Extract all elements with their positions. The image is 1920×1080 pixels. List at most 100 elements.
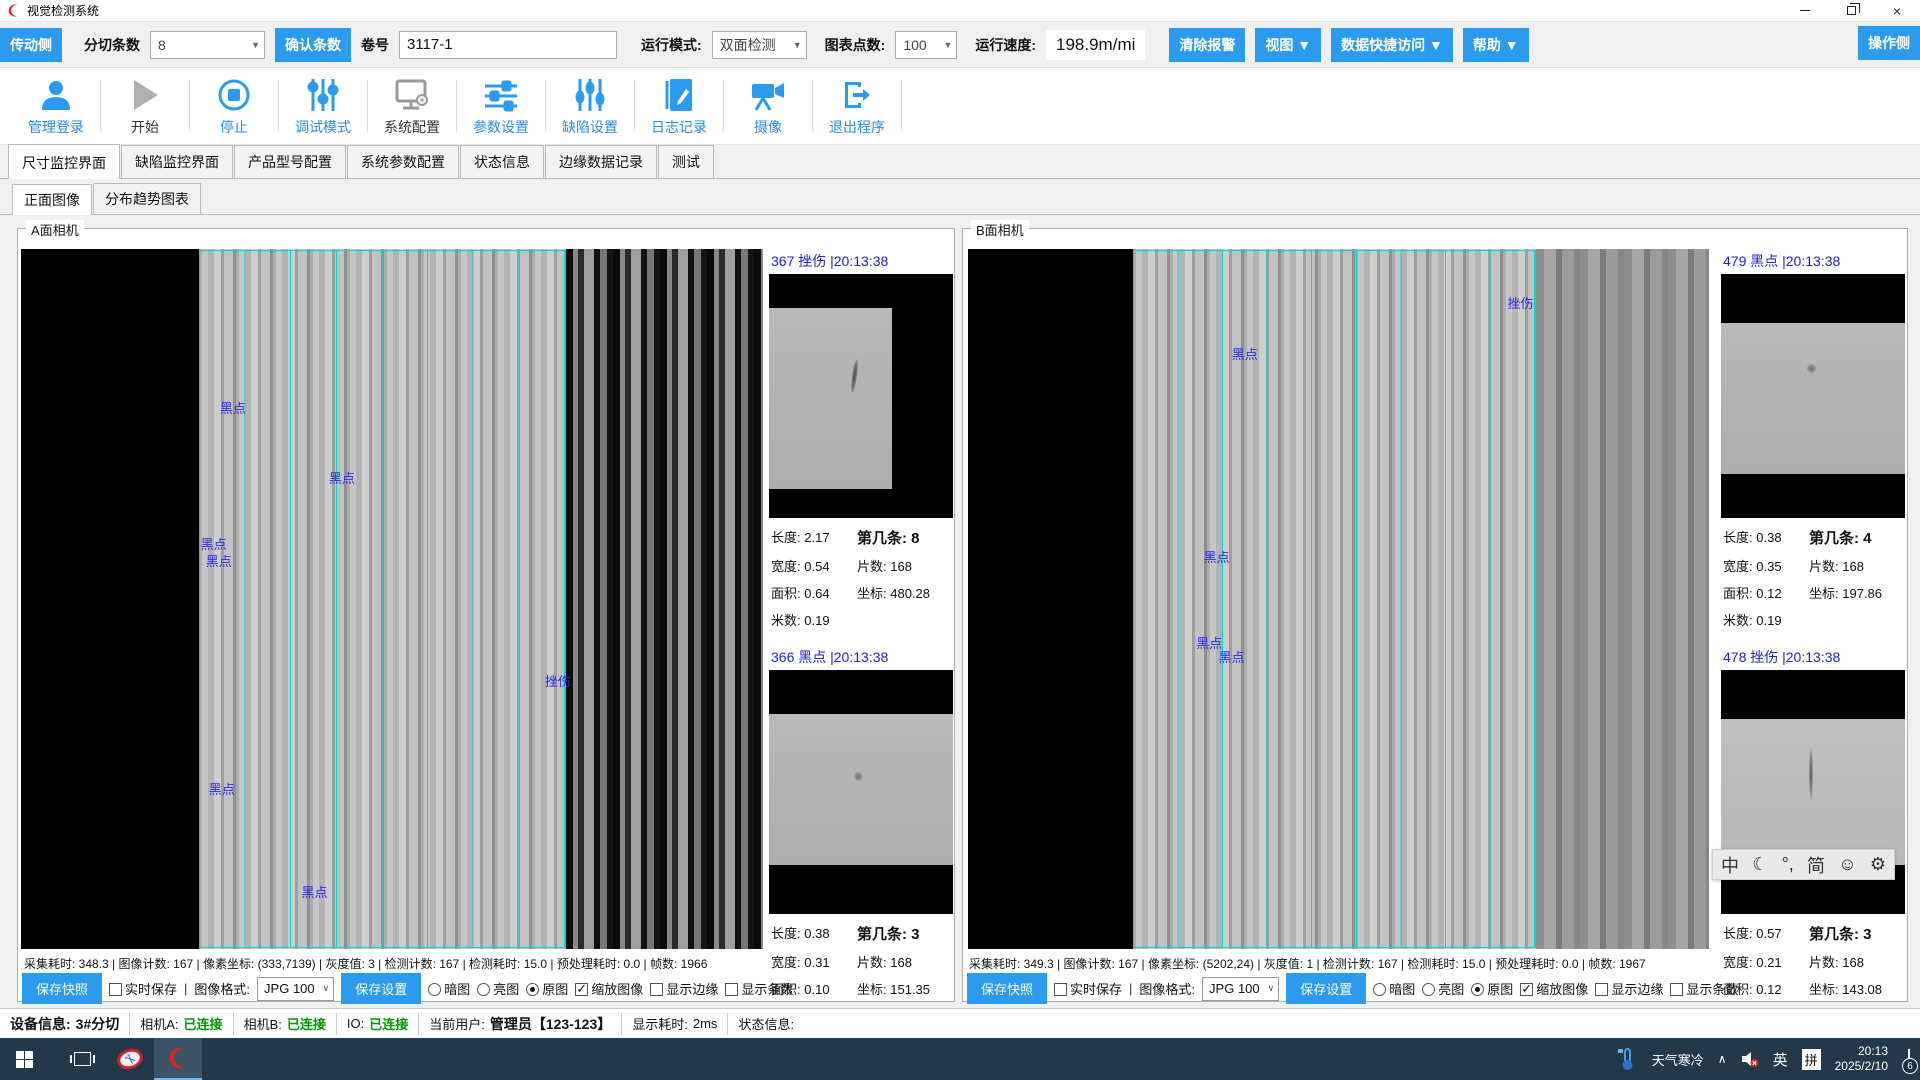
system-config-button[interactable]: 系统配置 [368, 76, 456, 137]
chart-points-value: 100 [903, 37, 926, 53]
speaker-muted-icon[interactable] [1741, 1051, 1759, 1067]
camera-b-controls: 保存快照 实时保存 |图像格式: JPG 100∨ 保存设置 暗图 亮图 原图 … [967, 973, 1738, 1004]
checkbox-icon [650, 983, 663, 996]
clock[interactable]: 20:13 2025/2/10 [1835, 1044, 1888, 1074]
device-info: 设备信息: 3#分切 [0, 1014, 129, 1034]
camera-b-image[interactable]: 挫伤 黑点 黑点 黑点 黑点 [968, 249, 1709, 949]
chevron-down-icon: ▼ [243, 40, 260, 50]
subtab-front-image[interactable]: 正面图像 [12, 184, 92, 215]
ime-language-bar[interactable]: 中 ☾ °, 简 ☺ ⚙ [1712, 849, 1895, 880]
save-settings-button[interactable]: 保存设置 [1286, 973, 1366, 1004]
minimize-button[interactable] [1782, 0, 1828, 21]
checkbox-icon [725, 983, 738, 996]
confirm-count-button[interactable]: 确认条数 [275, 28, 351, 62]
data-access-menu-button[interactable]: 数据快捷访问 ▼ [1331, 28, 1453, 62]
weather-text[interactable]: 天气寒冷 [1652, 1050, 1704, 1069]
chevron-down-icon: ∨ [1268, 983, 1275, 994]
camera-a-image[interactable]: 黑点 黑点 黑点 黑点 挫伤 黑点 黑点 [21, 249, 763, 949]
show-edges-checkbox[interactable]: 显示边缘 [1595, 979, 1663, 998]
start-button[interactable] [0, 1038, 48, 1080]
checkbox-icon [1054, 983, 1067, 996]
status-message: 状态信息: [728, 1014, 804, 1034]
parameter-settings-button[interactable]: 参数设置 [457, 76, 545, 137]
tab-size-monitor[interactable]: 尺寸监控界面 [8, 144, 120, 179]
stop-button[interactable]: 停止 [190, 76, 278, 137]
save-snapshot-button[interactable]: 保存快照 [967, 973, 1047, 1004]
defect-card[interactable]: 366 黑点 |20:13:38 长度: 0.38 第几条: 3 宽度: 0.3… [769, 645, 953, 1028]
debug-mode-button[interactable]: 调试模式 [279, 76, 367, 137]
defect-card[interactable]: 478 挫伤 |20:13:38 长度: 0.57 第几条: 3 宽度: 0.2… [1721, 645, 1905, 1028]
radio-icon [477, 983, 490, 996]
snipping-tool-button[interactable]: ✂ [106, 1038, 154, 1080]
camera-b-panel-title: B面相机 [971, 220, 1029, 239]
tool-label: 参数设置 [473, 117, 529, 137]
tab-defect-monitor[interactable]: 缺陷监控界面 [121, 145, 233, 178]
language-indicator[interactable]: 英 [1773, 1049, 1788, 1070]
tab-test[interactable]: 测试 [658, 145, 714, 178]
roll-number-input[interactable]: 3117-1 [399, 31, 617, 59]
zoom-image-checkbox[interactable]: 缩放图像 [575, 979, 643, 998]
show-edges-checkbox[interactable]: 显示边缘 [650, 979, 718, 998]
close-button[interactable]: × [1874, 0, 1920, 21]
original-image-radio[interactable]: 原图 [1471, 979, 1513, 998]
defect-label: 黑点 [209, 779, 235, 798]
tab-product-model-config[interactable]: 产品型号配置 [234, 145, 346, 178]
help-menu-button[interactable]: 帮助 ▼ [1463, 28, 1529, 62]
inspection-app-taskbar-button[interactable] [154, 1038, 202, 1080]
image-format-select[interactable]: JPG 100∨ [1202, 977, 1279, 1001]
realtime-save-checkbox[interactable]: 实时保存 [1054, 979, 1122, 998]
slit-count-label: 分切条数 [84, 35, 140, 55]
save-settings-button[interactable]: 保存设置 [341, 973, 421, 1004]
show-strips-checkbox[interactable]: 显示条数 [725, 979, 793, 998]
drive-side-button[interactable]: 传动侧 [0, 28, 62, 62]
capture-button[interactable]: 摄像 [724, 76, 812, 137]
defect-card-header: 478 挫伤 |20:13:38 [1721, 645, 1905, 670]
tab-status-info[interactable]: 状态信息 [460, 145, 544, 178]
ime-halfmoon-icon[interactable]: ☾ [1752, 854, 1768, 875]
operator-side-button[interactable]: 操作侧 [1858, 26, 1920, 60]
save-snapshot-button[interactable]: 保存快照 [22, 973, 102, 1004]
tray-expand-icon[interactable]: ∧ [1718, 1052, 1727, 1066]
window-title: 视觉检测系统 [27, 2, 99, 19]
zoom-image-checkbox[interactable]: 缩放图像 [1520, 979, 1588, 998]
run-mode-select[interactable]: 双面检测 ▼ [712, 31, 807, 59]
ime-indicator[interactable]: 拼 [1802, 1049, 1821, 1070]
subtab-trend-chart[interactable]: 分布趋势图表 [93, 183, 201, 214]
defect-settings-button[interactable]: 缺陷设置 [546, 76, 634, 137]
ime-chinese-mode[interactable]: 中 [1721, 852, 1739, 878]
original-image-radio[interactable]: 原图 [526, 979, 568, 998]
exit-program-button[interactable]: 退出程序 [813, 76, 901, 137]
start-button[interactable]: 开始 [101, 76, 189, 137]
dark-image-radio[interactable]: 暗图 [1373, 979, 1415, 998]
ime-emoji-icon[interactable]: ☺ [1838, 854, 1856, 875]
ime-settings-icon[interactable]: ⚙ [1870, 854, 1886, 875]
slit-count-select[interactable]: 8 ▼ [150, 31, 265, 59]
defect-card[interactable]: 367 挫伤 |20:13:38 长度: 2.17 第几条: 8 宽度: 0.5… [769, 249, 953, 632]
admin-login-button[interactable]: 管理登录 [12, 76, 100, 137]
log-record-button[interactable]: 日志记录 [635, 76, 723, 137]
chevron-down-icon: ▼ [935, 40, 952, 50]
view-menu-button[interactable]: 视图 ▼ [1255, 28, 1321, 62]
notification-center-button[interactable]: 6 [1908, 1050, 1910, 1068]
ime-punctuation-icon[interactable]: °, [1782, 854, 1794, 875]
clock-date: 2025/2/10 [1835, 1059, 1888, 1074]
scissors-icon: ✂ [115, 1045, 146, 1072]
tab-system-param-config[interactable]: 系统参数配置 [347, 145, 459, 178]
restore-button[interactable] [1828, 0, 1874, 21]
dark-image-radio[interactable]: 暗图 [428, 979, 470, 998]
divider [901, 80, 902, 132]
chart-points-select[interactable]: 100 ▼ [895, 31, 957, 59]
image-format-select[interactable]: JPG 100∨ [257, 977, 334, 1001]
tab-edge-data-record[interactable]: 边缘数据记录 [545, 145, 657, 178]
radio-icon [1471, 983, 1484, 996]
realtime-save-checkbox[interactable]: 实时保存 [109, 979, 177, 998]
defect-card[interactable]: 479 黑点 |20:13:38 长度: 0.38 第几条: 4 宽度: 0.3… [1721, 249, 1905, 632]
ime-simplified-mode[interactable]: 简 [1807, 852, 1825, 878]
clear-alarm-button[interactable]: 清除报警 [1169, 28, 1245, 62]
bright-image-radio[interactable]: 亮图 [477, 979, 519, 998]
task-view-button[interactable] [58, 1038, 106, 1080]
checkbox-icon [1670, 983, 1683, 996]
bright-image-radio[interactable]: 亮图 [1422, 979, 1464, 998]
defect-card-header: 479 黑点 |20:13:38 [1721, 249, 1905, 274]
show-strips-checkbox[interactable]: 显示条数 [1670, 979, 1738, 998]
